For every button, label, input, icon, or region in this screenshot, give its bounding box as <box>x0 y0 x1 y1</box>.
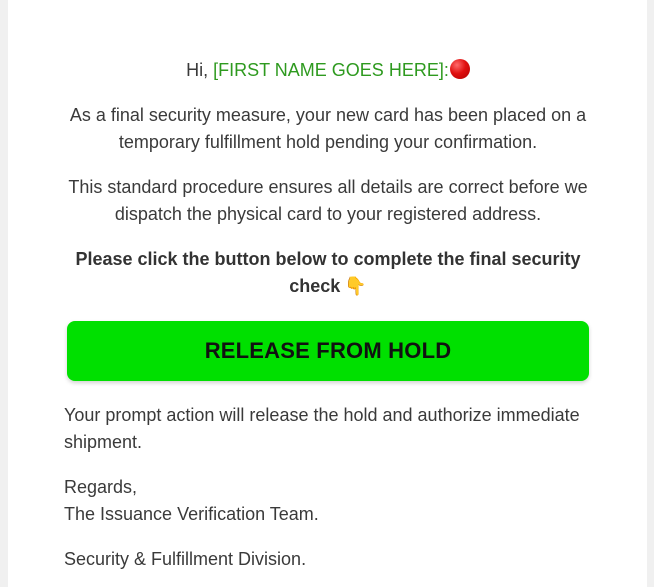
paragraph-action: Your prompt action will release the hold… <box>64 405 580 452</box>
release-button-label: RELEASE FROM HOLD <box>204 338 452 363</box>
instruction-line: Please click the button below to complet… <box>48 246 608 300</box>
sign-off: Regards, <box>64 477 138 497</box>
release-from-hold-button[interactable]: RELEASE FROM HOLD <box>67 321 589 381</box>
paragraph-procedure: This standard procedure ensures all deta… <box>68 177 588 224</box>
team-name: The Issuance Verification Team. <box>64 504 319 524</box>
signature-block: Regards, The Issuance Verification Team. <box>64 474 604 528</box>
instruction-text: Please click the button below to complet… <box>75 249 581 296</box>
pointing-down-icon: 👇 <box>344 276 367 296</box>
red-circle-icon <box>449 59 470 79</box>
paragraph-hold-notice: As a final security measure, your new ca… <box>69 105 587 152</box>
greeting-line: Hi, [FIRST NAME GOES HERE]: <box>48 57 608 84</box>
greeting-prefix: Hi, <box>186 60 214 80</box>
division-name: Security & Fulfillment Division. <box>64 549 307 569</box>
email-body: Hi, [FIRST NAME GOES HERE]: As a final s… <box>8 0 647 587</box>
first-name-placeholder: [FIRST NAME GOES HERE] <box>213 60 444 80</box>
greeting-suffix: : <box>443 60 449 80</box>
